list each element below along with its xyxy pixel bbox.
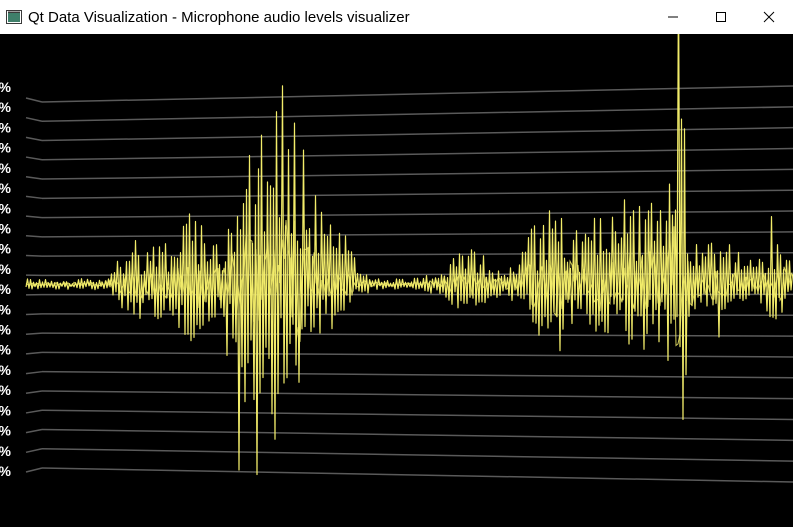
grid-line <box>41 126 793 142</box>
grid-line <box>41 370 793 379</box>
y-axis-tick-label: % <box>0 140 12 156</box>
grid-line <box>41 409 793 421</box>
grid-tick <box>25 370 43 375</box>
grid-tick <box>25 467 43 473</box>
grid-tick <box>25 215 43 219</box>
y-axis-tick-label: % <box>0 362 12 378</box>
grid-tick <box>25 448 43 454</box>
y-axis-tick-label: % <box>0 99 12 115</box>
grid-line <box>41 428 793 442</box>
y-axis-tick-label: % <box>0 342 12 358</box>
minimize-icon <box>668 16 678 18</box>
grid-tick <box>25 390 43 395</box>
grid-tick <box>25 195 43 200</box>
waveform-graph: %%%%%%%%%%%%%%%%%%%% <box>0 34 793 483</box>
y-axis-tick-label: % <box>0 301 12 317</box>
grid-line <box>41 467 793 483</box>
title-bar[interactable]: Qt Data Visualization - Microphone audio… <box>0 0 793 34</box>
window-controls <box>649 0 793 34</box>
grid-line <box>41 168 793 180</box>
grid-line <box>41 85 793 103</box>
y-axis-tick-label: % <box>0 463 12 479</box>
grid-tick <box>25 351 43 355</box>
y-axis-tick-label: % <box>0 180 12 196</box>
grid-tick <box>25 235 43 238</box>
grid-tick <box>25 116 43 122</box>
y-axis-tick-label: % <box>0 443 12 459</box>
surface-graph-view[interactable]: %%%%%%%%%%%%%%%%%%%% <box>0 34 793 527</box>
app-window: Qt Data Visualization - Microphone audio… <box>0 0 793 527</box>
y-axis-tick-label: % <box>0 402 12 418</box>
window-title: Qt Data Visualization - Microphone audio… <box>28 8 410 26</box>
qt-app-icon <box>6 10 22 24</box>
y-axis-tick-label: % <box>0 382 12 398</box>
y-axis-tick-label: % <box>0 220 12 236</box>
close-icon <box>763 11 775 23</box>
grid-tick <box>25 332 43 335</box>
grid-tick <box>25 156 43 161</box>
grid-line <box>41 147 793 161</box>
y-axis-tick-label: % <box>0 261 12 277</box>
grid-tick <box>25 97 43 103</box>
y-axis-tick-label: % <box>0 160 12 176</box>
grid-tick <box>25 254 43 257</box>
minimize-button[interactable] <box>649 0 697 34</box>
y-axis-tick-label: % <box>0 241 12 257</box>
maximize-icon <box>716 12 726 22</box>
grid-line <box>41 351 793 358</box>
maximize-button[interactable] <box>697 0 745 34</box>
grid-line <box>41 106 793 123</box>
grid-tick <box>25 428 43 434</box>
grid-tick <box>25 136 43 142</box>
grid-tick <box>25 313 43 316</box>
y-axis-tick-label: % <box>0 119 12 135</box>
y-axis-tick-label: % <box>0 322 12 338</box>
y-axis-tick-label: % <box>0 79 12 95</box>
y-axis-labels: %%%%%%%%%%%%%%%%%%%% <box>0 79 12 479</box>
grid-tick <box>25 175 43 180</box>
close-button[interactable] <box>745 0 793 34</box>
grid-line <box>41 447 793 462</box>
y-axis-tick-label: % <box>0 281 12 297</box>
grid-line <box>41 390 793 400</box>
grid-tick <box>25 409 43 414</box>
y-axis-tick-label: % <box>0 423 12 439</box>
grid-line <box>41 189 793 200</box>
y-axis-tick-label: % <box>0 200 12 216</box>
